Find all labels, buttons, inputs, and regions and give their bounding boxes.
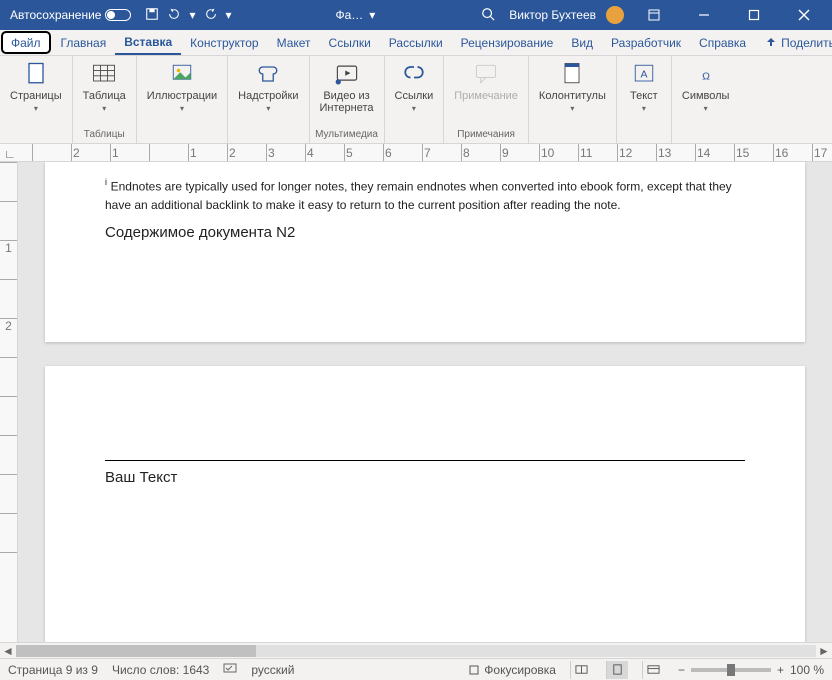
tab-view[interactable]: Вид <box>562 30 602 55</box>
tab-home[interactable]: Главная <box>52 30 116 55</box>
tab-developer[interactable]: Разработчик <box>602 30 690 55</box>
ribbon-tabs: Файл Главная Вставка Конструктор Макет С… <box>0 30 832 56</box>
autosave-label: Автосохранение <box>10 8 101 22</box>
ribbon-group-tables: Таблица▾ Таблицы <box>73 56 137 143</box>
zoom-in-icon[interactable]: + <box>777 663 784 677</box>
heading-text[interactable]: Содержимое документа N2 <box>105 222 745 243</box>
zoom-control[interactable]: − + 100 % <box>678 663 824 677</box>
ribbon-group-media: Видео из Интернета Мультимедиа <box>310 56 385 143</box>
read-mode-icon[interactable] <box>570 661 592 679</box>
tab-file[interactable]: Файл <box>1 31 51 54</box>
pages-button[interactable]: Страницы▾ <box>4 58 68 115</box>
ribbon: Страницы▾ Таблица▾ Таблицы Иллюстрации▾ … <box>0 56 832 144</box>
web-layout-icon[interactable] <box>642 661 664 679</box>
online-video-button[interactable]: Видео из Интернета <box>314 58 380 116</box>
page: i Endnotes are typically used for longer… <box>45 162 805 342</box>
comment-button: Примечание <box>448 58 524 104</box>
spellcheck-icon[interactable] <box>223 661 237 678</box>
tab-references[interactable]: Ссылки <box>320 30 380 55</box>
zoom-value[interactable]: 100 % <box>790 663 824 677</box>
chevron-down-icon: ▾ <box>34 104 38 113</box>
autosave-toggle[interactable]: Автосохранение <box>4 8 137 22</box>
page-indicator[interactable]: Страница 9 из 9 <box>8 663 98 677</box>
tab-mailings[interactable]: Рассылки <box>380 30 452 55</box>
scroll-thumb[interactable] <box>16 645 256 657</box>
ribbon-group-links: Ссылки▾ <box>385 56 445 143</box>
user-name[interactable]: Виктор Бухтеев <box>509 8 596 22</box>
user-area: Виктор Бухтеев <box>505 0 828 30</box>
print-layout-icon[interactable] <box>606 661 628 679</box>
save-icon[interactable] <box>145 7 159 24</box>
qat-customize-icon[interactable]: ▾ <box>226 8 232 22</box>
status-bar: Страница 9 из 9 Число слов: 1643 русский… <box>0 658 832 680</box>
svg-text:A: A <box>640 69 647 81</box>
ribbon-group-pages: Страницы▾ <box>0 56 73 143</box>
tab-review[interactable]: Рецензирование <box>452 30 563 55</box>
ribbon-group-addins: Надстройки▾ <box>228 56 309 143</box>
focus-mode[interactable]: Фокусировка <box>468 663 556 677</box>
workspace: 12 i Endnotes are typically used for lon… <box>0 162 832 642</box>
ribbon-group-illustrations: Иллюстрации▾ <box>137 56 228 143</box>
document-area[interactable]: i Endnotes are typically used for longer… <box>18 162 832 642</box>
ribbon-group-comments: Примечание Примечания <box>444 56 529 143</box>
title-bar: Автосохранение ▾ ▾ Фа… ▾ Виктор Бухтеев <box>0 0 832 30</box>
addins-button[interactable]: Надстройки▾ <box>232 58 304 115</box>
symbols-button[interactable]: ΩСимволы▾ <box>676 58 736 115</box>
qat-dropdown-icon[interactable]: ▾ <box>189 8 195 22</box>
tab-help[interactable]: Справка <box>690 30 755 55</box>
document-title: Фа… ▾ <box>240 8 472 22</box>
chevron-down-icon: ▾ <box>102 104 106 113</box>
scroll-track[interactable] <box>16 645 816 657</box>
chevron-down-icon: ▾ <box>266 104 270 113</box>
redo-icon[interactable] <box>204 7 218 24</box>
svg-text:Ω: Ω <box>702 70 710 82</box>
illustrations-button[interactable]: Иллюстрации▾ <box>141 58 223 115</box>
quick-access-toolbar: ▾ ▾ <box>137 7 239 24</box>
tab-selector-icon[interactable]: ∟ <box>4 147 16 161</box>
undo-icon[interactable] <box>167 7 181 24</box>
links-button[interactable]: Ссылки▾ <box>389 58 440 115</box>
horizontal-ruler[interactable]: ∟ 21 12345678910111213141516171819 <box>0 144 832 162</box>
chevron-down-icon: ▾ <box>570 104 574 113</box>
search-icon[interactable] <box>471 7 505 24</box>
chevron-down-icon: ▾ <box>642 104 646 113</box>
tab-insert[interactable]: Вставка <box>115 30 181 55</box>
page: Ваш Текст <box>45 366 805 642</box>
zoom-slider[interactable] <box>691 668 771 672</box>
ribbon-group-headerfooter: Колонтитулы▾ <box>529 56 617 143</box>
maximize-icon[interactable] <box>734 0 774 30</box>
table-button[interactable]: Таблица▾ <box>77 58 132 115</box>
text-button[interactable]: AТекст▾ <box>621 58 667 115</box>
close-icon[interactable] <box>784 0 824 30</box>
chevron-down-icon: ▾ <box>412 104 416 113</box>
zoom-out-icon[interactable]: − <box>678 663 685 677</box>
separator-line <box>105 460 745 461</box>
tab-design[interactable]: Конструктор <box>181 30 267 55</box>
avatar[interactable] <box>606 6 624 24</box>
tab-layout[interactable]: Макет <box>268 30 320 55</box>
ribbon-options-icon[interactable] <box>634 0 674 30</box>
endnote-text[interactable]: i Endnotes are typically used for longer… <box>105 176 745 214</box>
word-count[interactable]: Число слов: 1643 <box>112 663 209 677</box>
scroll-right-icon[interactable]: ► <box>816 644 832 658</box>
body-text[interactable]: Ваш Текст <box>105 467 745 488</box>
ribbon-group-symbols: ΩСимволы▾ <box>672 56 740 143</box>
scroll-left-icon[interactable]: ◄ <box>0 644 16 658</box>
share-button[interactable]: Поделиться <box>755 30 832 55</box>
chevron-down-icon: ▾ <box>704 104 708 113</box>
minimize-icon[interactable] <box>684 0 724 30</box>
vertical-ruler[interactable]: 12 <box>0 162 18 642</box>
ribbon-group-text: AТекст▾ <box>617 56 672 143</box>
title-dropdown-icon[interactable]: ▾ <box>369 8 375 22</box>
toggle-icon <box>105 9 131 21</box>
header-footer-button[interactable]: Колонтитулы▾ <box>533 58 612 115</box>
language-indicator[interactable]: русский <box>251 663 294 677</box>
horizontal-scrollbar[interactable]: ◄ ► <box>0 642 832 658</box>
chevron-down-icon: ▾ <box>180 104 184 113</box>
